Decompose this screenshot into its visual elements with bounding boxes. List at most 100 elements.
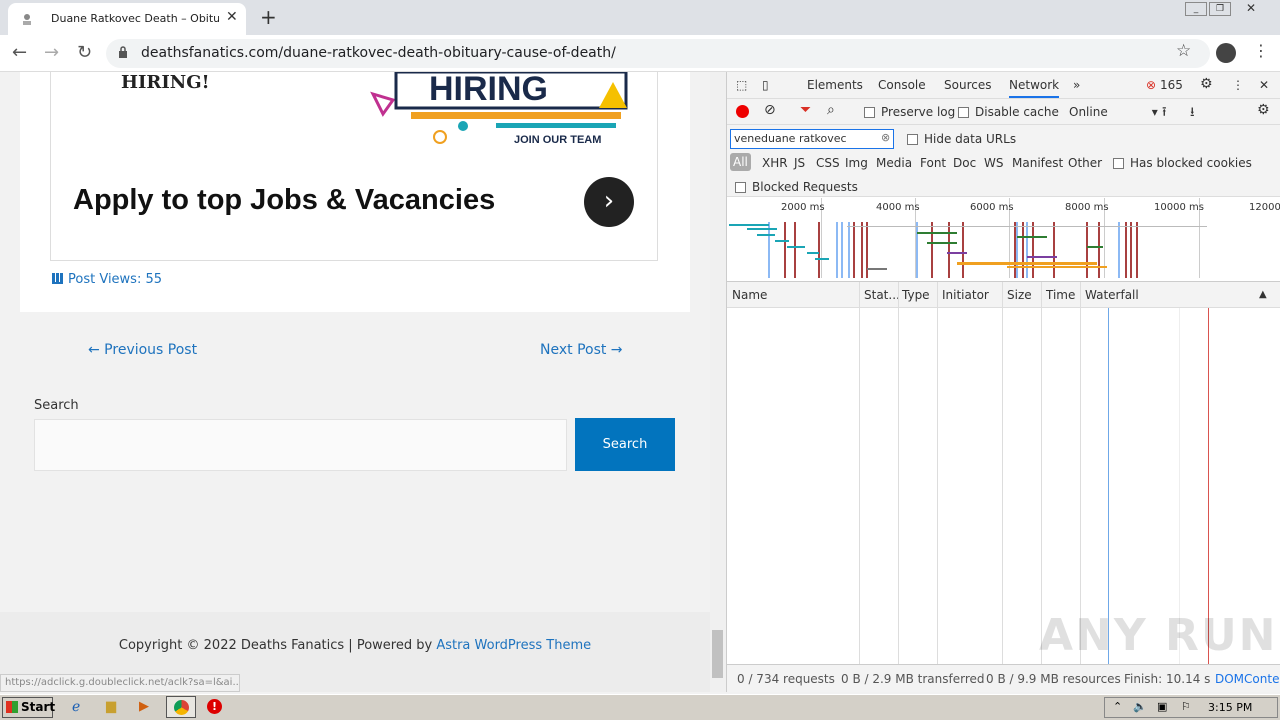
url-text: deathsfanatics.com/duane-ratkovec-death-…	[141, 45, 616, 61]
column-time[interactable]: Time	[1046, 288, 1075, 302]
device-toolbar-icon[interactable]: ▯	[762, 78, 769, 92]
network-overview[interactable]: 2000 ms 4000 ms 6000 ms 8000 ms 10000 ms…	[727, 198, 1280, 282]
type-filter-media[interactable]: Media	[876, 156, 912, 170]
next-post-link[interactable]: Next Post →	[540, 342, 623, 358]
close-devtools-icon[interactable]: ✕	[1259, 78, 1269, 92]
tab-sources[interactable]: Sources	[944, 78, 991, 92]
tab-strip: Duane Ratkovec Death – Obituary, C ✕ + _…	[0, 0, 1280, 35]
inspect-element-icon[interactable]: ⬚	[736, 78, 747, 92]
browser-toolbar: ← → ↻ deathsfanatics.com/duane-ratkovec-…	[0, 35, 1280, 72]
column-status[interactable]: Stat...	[864, 288, 900, 302]
type-filter-css[interactable]: CSS	[816, 156, 840, 170]
import-har-icon[interactable]: ⭱	[1162, 103, 1167, 125]
minimize-icon[interactable]: _	[1185, 2, 1207, 16]
bookmark-star-icon[interactable]: ☆	[1176, 41, 1191, 61]
clear-filter-icon[interactable]: ⊗	[881, 131, 890, 144]
watermark: ANY RUN	[1039, 610, 1278, 661]
forward-icon[interactable]: →	[44, 42, 59, 63]
bar-chart-icon	[52, 273, 63, 284]
devtools-tab-bar: ⬚ ▯ Elements Console Sources Network » ⊗…	[727, 72, 1280, 99]
clear-icon[interactable]: ⊘	[764, 102, 776, 118]
windows-taskbar: Start ℯ ▆ ▶ ! ⌃ 🔈 ▣ ⚐ 3:15 PM	[0, 694, 1280, 720]
type-filter-all[interactable]: All	[730, 153, 751, 171]
filter-input[interactable]: veneduane ratkovec ⊗	[730, 129, 894, 149]
summary-domcontentloaded: DOMConter	[1215, 672, 1280, 686]
scrollbar-thumb[interactable]	[712, 630, 723, 678]
browser-tab[interactable]: Duane Ratkovec Death – Obituary, C ✕	[8, 3, 246, 35]
devtools-menu-icon[interactable]: ⋮	[1232, 78, 1244, 92]
export-har-icon[interactable]: ⭳	[1190, 103, 1195, 125]
ie-icon[interactable]: ℯ	[72, 699, 80, 715]
new-tab-button[interactable]: +	[260, 5, 277, 29]
blocked-requests-checkbox[interactable]: Blocked Requests	[735, 180, 858, 194]
security-app-icon[interactable]: !	[207, 699, 222, 714]
network-tray-icon[interactable]: ▣	[1157, 700, 1167, 713]
window-close-icon[interactable]: ✕	[1240, 2, 1262, 16]
chevron-right-icon[interactable]: ›	[584, 177, 634, 227]
filter-input-value: veneduane ratkovec	[734, 132, 847, 145]
restore-icon[interactable]: ❐	[1209, 2, 1231, 16]
type-filter-img[interactable]: Img	[845, 156, 868, 170]
reload-icon[interactable]: ↻	[77, 42, 92, 63]
column-type[interactable]: Type	[902, 288, 930, 302]
record-icon[interactable]	[736, 105, 749, 118]
throttling-value: Online	[1069, 105, 1108, 119]
flag-icon[interactable]: ⚐	[1181, 700, 1191, 713]
type-filter-other[interactable]: Other	[1068, 156, 1102, 170]
preserve-log-checkbox[interactable]: Preserve log	[864, 105, 955, 119]
column-size[interactable]: Size	[1007, 288, 1032, 302]
type-filter-js[interactable]: JS	[794, 156, 805, 170]
web-page: HIRING! HIRING JOIN OUR TEAM Apply to to…	[0, 72, 710, 692]
tab-console[interactable]: Console	[878, 78, 926, 92]
post-views-text: Post Views: 55	[68, 272, 163, 287]
type-filter-manifest[interactable]: Manifest	[1012, 156, 1063, 170]
close-tab-icon[interactable]: ✕	[226, 9, 238, 25]
favicon-icon	[23, 14, 31, 25]
has-blocked-cookies-checkbox[interactable]: Has blocked cookies	[1113, 156, 1252, 170]
address-bar[interactable]: deathsfanatics.com/duane-ratkovec-death-…	[106, 39, 1210, 68]
search-label: Search	[34, 398, 79, 413]
search-input[interactable]	[34, 419, 567, 471]
folder-icon[interactable]: ▆	[106, 699, 116, 714]
more-tabs-icon[interactable]: »	[1073, 78, 1080, 92]
filter-icon[interactable]: ⏷	[800, 102, 811, 118]
column-name[interactable]: Name	[732, 288, 767, 302]
type-filter-doc[interactable]: Doc	[953, 156, 976, 170]
overview-waterfall-graph	[729, 222, 1207, 278]
search-button[interactable]: Search	[575, 418, 675, 471]
post-views: Post Views: 55	[52, 272, 162, 287]
sort-up-icon[interactable]: ▲	[1259, 289, 1267, 300]
tab-network[interactable]: Network	[1009, 78, 1060, 98]
astra-theme-link[interactable]: Astra WordPress Theme	[436, 638, 591, 653]
tab-elements[interactable]: Elements	[807, 78, 863, 92]
type-filter-font[interactable]: Font	[920, 156, 946, 170]
volume-icon[interactable]: 🔈	[1133, 700, 1147, 713]
type-filter-xhr[interactable]: XHR	[762, 156, 788, 170]
browser-menu-icon[interactable]: ⋮	[1253, 41, 1269, 60]
back-icon[interactable]: ←	[12, 42, 27, 63]
type-filter-ws[interactable]: WS	[984, 156, 1003, 170]
settings-gear-icon[interactable]: ⚙	[1200, 76, 1213, 92]
previous-post-link[interactable]: ← Previous Post	[88, 342, 197, 358]
disable-cache-checkbox[interactable]: Disable cache	[958, 105, 1059, 119]
media-player-icon[interactable]: ▶	[139, 699, 149, 714]
blocked-requests-label: Blocked Requests	[752, 180, 858, 194]
profile-avatar-icon[interactable]	[1216, 43, 1236, 63]
column-waterfall[interactable]: Waterfall	[1085, 288, 1139, 302]
search-icon[interactable]: ⌕	[827, 102, 835, 118]
status-bar-url: https://adclick.g.doubleclick.net/aclk?s…	[0, 674, 240, 692]
hiring-handwritten-text: HIRING!	[121, 72, 210, 93]
network-settings-gear-icon[interactable]: ⚙	[1257, 102, 1270, 118]
start-button[interactable]: Start	[2, 697, 55, 718]
tray-expand-icon[interactable]: ⌃	[1113, 700, 1122, 713]
apply-jobs-text[interactable]: Apply to top Jobs & Vacancies	[73, 184, 495, 217]
error-count[interactable]: 165	[1160, 78, 1183, 92]
hide-data-urls-label: Hide data URLs	[924, 132, 1017, 146]
hide-data-urls-checkbox[interactable]: Hide data URLs	[907, 132, 1016, 146]
page-scrollbar[interactable]	[710, 72, 726, 692]
column-initiator[interactable]: Initiator	[942, 288, 989, 302]
join-team-text: JOIN OUR TEAM	[514, 134, 601, 146]
chevron-down-icon: ▾	[1151, 105, 1158, 119]
throttling-select[interactable]: Online ▾	[1069, 105, 1158, 119]
chrome-taskbar-button[interactable]	[166, 696, 196, 718]
